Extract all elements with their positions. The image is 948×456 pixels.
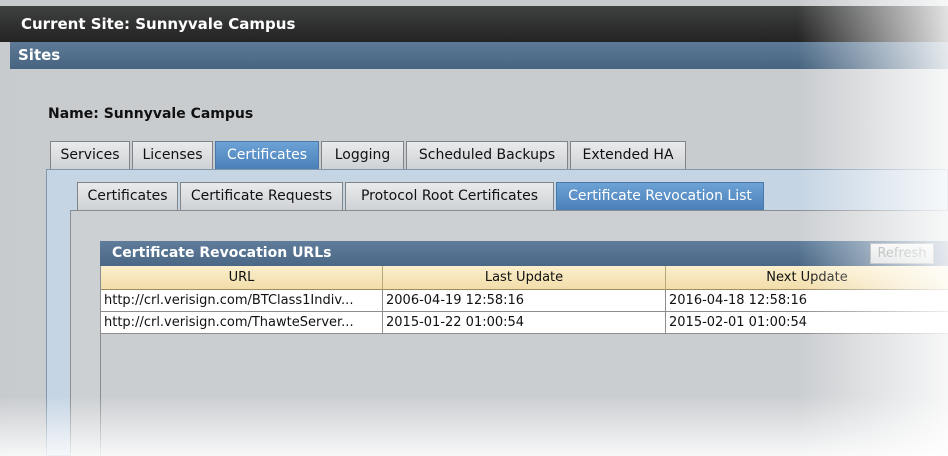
tab-licenses[interactable]: Licenses <box>132 141 213 169</box>
site-name-label: Name: Sunnyvale Campus <box>48 106 254 122</box>
column-header-url[interactable]: URL <box>101 266 383 290</box>
subtab-certificate-revocation-list[interactable]: Certificate Revocation List <box>556 182 764 210</box>
site-detail-pane: Name: Sunnyvale Campus Services Licenses… <box>10 69 948 456</box>
subtab-protocol-root-certificates[interactable]: Protocol Root Certificates <box>345 182 554 210</box>
cell-url: http://crl.verisign.com/BTClass1Indiv... <box>101 290 383 312</box>
cell-next-update: 2016-04-18 12:58:16 <box>666 290 948 312</box>
tab-extended-ha[interactable]: Extended HA <box>570 141 686 169</box>
cell-url: http://crl.verisign.com/ThawteServer... <box>101 312 383 334</box>
tab-scheduled-backups[interactable]: Scheduled Backups <box>406 141 568 169</box>
tab-certificates[interactable]: Certificates <box>215 141 319 169</box>
crl-panel-title: Certificate Revocation URLs <box>112 245 332 261</box>
sites-section-header[interactable]: Sites <box>10 42 948 69</box>
cell-last-update: 2015-01-22 01:00:54 <box>383 312 666 334</box>
window-title: Current Site: Sunnyvale Campus <box>0 6 948 42</box>
crl-table: URL Last Update Next Update http://crl.v… <box>100 266 948 456</box>
main-tab-strip: Services Licenses Certificates Logging S… <box>50 141 688 169</box>
column-header-next-update[interactable]: Next Update <box>666 266 948 290</box>
crl-panel-header: Certificate Revocation URLs Refresh <box>100 241 948 266</box>
application-window: Current Site: Sunnyvale Campus Sites Nam… <box>0 0 948 456</box>
sub-tab-strip: Certificates Certificate Requests Protoc… <box>77 182 766 210</box>
subtab-certificate-requests[interactable]: Certificate Requests <box>180 182 343 210</box>
column-header-last-update[interactable]: Last Update <box>383 266 666 290</box>
refresh-button[interactable]: Refresh <box>870 243 934 264</box>
subtab-certificates[interactable]: Certificates <box>77 182 178 210</box>
tab-services[interactable]: Services <box>50 141 130 169</box>
tab-logging[interactable]: Logging <box>321 141 404 169</box>
cell-last-update: 2006-04-19 12:58:16 <box>383 290 666 312</box>
cell-next-update: 2015-02-01 01:00:54 <box>666 312 948 334</box>
